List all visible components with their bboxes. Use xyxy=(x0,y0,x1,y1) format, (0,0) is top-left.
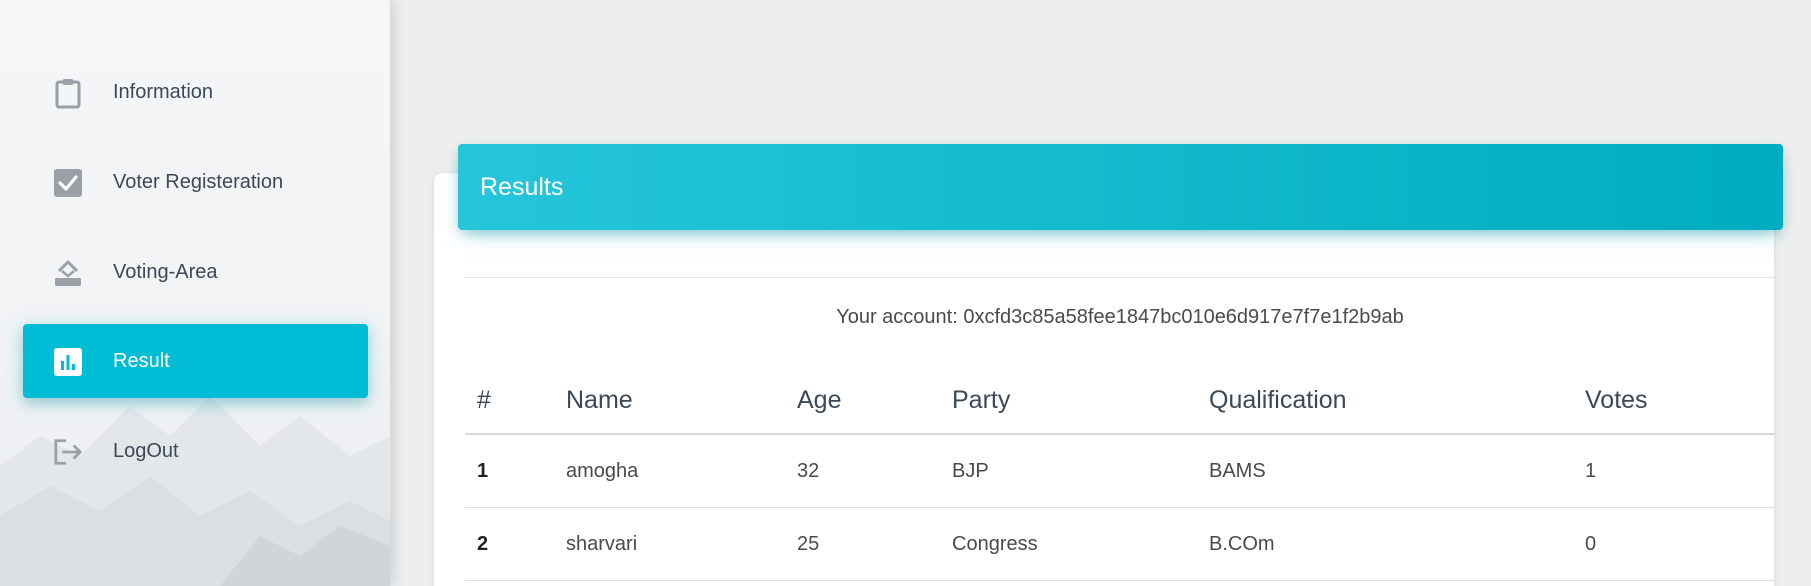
account-address: 0xcfd3c85a58fee1847bc010e6d917e7f7e1f2b9… xyxy=(963,306,1404,328)
cell-number: 2 xyxy=(477,533,489,555)
cell-votes: 1 xyxy=(1585,460,1597,482)
cell-name: amogha xyxy=(566,460,639,482)
table-row: 1 amogha 32 BJP BAMS 1 xyxy=(465,435,1775,508)
sidebar-item-voting-area[interactable]: Voting-Area xyxy=(23,235,368,309)
sidebar-item-label: Information xyxy=(113,81,214,103)
cell-age: 32 xyxy=(797,460,820,482)
divider xyxy=(465,277,1775,278)
cell-qualification: B.COm xyxy=(1209,533,1275,555)
cell-votes: 0 xyxy=(1585,533,1597,555)
sidebar-item-information[interactable]: Information xyxy=(23,55,368,129)
cell-party: Congress xyxy=(952,533,1038,555)
bar-chart-icon xyxy=(53,347,83,377)
cell-name: sharvari xyxy=(566,533,638,555)
column-header-votes: Votes xyxy=(1585,386,1648,414)
sidebar-item-logout[interactable]: LogOut xyxy=(23,414,368,488)
sidebar-item-label: Voting-Area xyxy=(113,261,218,283)
cell-qualification: BAMS xyxy=(1209,460,1266,482)
table-header: # Name Age Party Qualification Votes xyxy=(465,365,1775,435)
column-header-party: Party xyxy=(952,386,1011,414)
sidebar-item-label: LogOut xyxy=(113,440,179,462)
column-header-qualification: Qualification xyxy=(1209,386,1347,414)
sidebar-item-result[interactable]: Result xyxy=(23,324,368,398)
column-header-age: Age xyxy=(797,386,842,414)
results-table: # Name Age Party Qualification Votes 1 a… xyxy=(465,365,1775,581)
logout-icon xyxy=(53,437,83,467)
cell-age: 25 xyxy=(797,533,820,555)
results-title: Results xyxy=(480,173,564,201)
checkbox-icon xyxy=(53,168,83,198)
sidebar-item-voter-registeration[interactable]: Voter Registeration xyxy=(23,145,368,219)
ballot-icon xyxy=(53,258,83,288)
column-header-number: # xyxy=(477,386,491,414)
sidebar: Information Voter Registeration Voting-A… xyxy=(0,0,390,586)
clipboard-icon xyxy=(53,78,83,109)
cell-number: 1 xyxy=(477,460,489,482)
sidebar-item-label: Voter Registeration xyxy=(113,171,284,193)
results-card-header: Results xyxy=(458,144,1783,230)
account-info: Your account: 0xcfd3c85a58fee1847bc010e6… xyxy=(465,306,1775,329)
table-row: 2 sharvari 25 Congress B.COm 0 xyxy=(465,508,1775,581)
account-label: Your account: xyxy=(836,306,958,328)
cell-party: BJP xyxy=(952,460,989,482)
column-header-name: Name xyxy=(566,386,633,414)
sidebar-item-label: Result xyxy=(113,350,170,372)
